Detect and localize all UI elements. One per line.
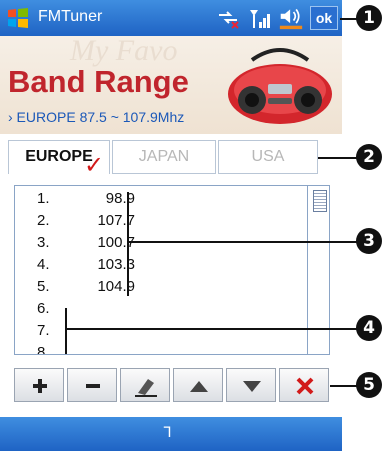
move-up-button[interactable] (173, 368, 223, 402)
callout-line (66, 328, 358, 330)
region-tabs: EUROPE JAPAN USA (0, 140, 342, 176)
callout-1: 1 (356, 5, 382, 31)
list-toolbar (14, 368, 330, 402)
move-down-icon (243, 381, 261, 392)
move-up-icon (190, 381, 208, 392)
start-menu-icon[interactable] (6, 7, 30, 29)
callout-4: 4 (356, 315, 382, 341)
tab-usa[interactable]: USA (218, 140, 318, 174)
page-title: Band Range (8, 64, 189, 99)
connectivity-icon[interactable] (216, 6, 240, 30)
edit-button[interactable] (120, 368, 170, 402)
tab-japan[interactable]: JAPAN (112, 140, 216, 174)
list-item-number: 7. (37, 322, 50, 339)
volume-icon[interactable] (276, 6, 306, 30)
active-region-check-icon: ✓ (84, 151, 105, 179)
header-banner: My Favo Band Range › EUROPE 87.5 ~ 107.9… (0, 34, 342, 134)
list-item-number: 8. (37, 344, 50, 355)
callout-5: 5 (356, 372, 382, 398)
list-item[interactable]: 2. 107.7 (15, 212, 305, 234)
list-item[interactable]: 4. 103.3 (15, 256, 305, 278)
remove-icon (86, 384, 100, 388)
band-range-subtitle: › EUROPE 87.5 ~ 107.9Mhz (8, 109, 185, 125)
callout-line (318, 157, 358, 159)
list-item[interactable]: 8. (15, 344, 305, 355)
list-item[interactable]: 6. (15, 300, 305, 322)
list-item-number: 5. (37, 278, 50, 295)
remove-button[interactable] (67, 368, 117, 402)
app-title: FMTuner (38, 8, 103, 25)
add-button[interactable] (14, 368, 64, 402)
list-item[interactable]: 3. 100.7 (15, 234, 305, 256)
callout-line (128, 241, 358, 243)
callout-line (330, 385, 358, 387)
list-item-number: 2. (37, 212, 50, 229)
title-bar: FMTuner ok (0, 0, 342, 36)
callout-2: 2 (356, 144, 382, 170)
list-item-number: 6. (37, 300, 50, 317)
list-item[interactable]: 1. 98.9 (15, 190, 305, 212)
filled-entries-bracket (127, 192, 129, 296)
boombox-image (228, 48, 332, 124)
edit-icon (135, 379, 157, 397)
delete-button[interactable] (279, 368, 329, 402)
ok-button[interactable]: ok (310, 6, 338, 30)
list-item-number: 4. (37, 256, 50, 273)
list-item[interactable]: 5. 104.9 (15, 278, 305, 300)
header-watermark: My Favo (70, 34, 178, 67)
scrollbar-thumb[interactable] (313, 190, 327, 212)
device-screen: FMTuner ok My Favo Band Range › EUROPE 8… (0, 0, 342, 451)
signal-icon[interactable] (248, 6, 272, 30)
input-panel-icon[interactable]: ᒣ (163, 425, 172, 441)
bottom-menu-bar: ᒣ (0, 417, 342, 451)
list-item-number: 1. (37, 190, 50, 207)
add-icon (33, 379, 47, 393)
empty-entries-bracket (65, 308, 67, 354)
move-down-button[interactable] (226, 368, 276, 402)
list-item-number: 3. (37, 234, 50, 251)
list-item[interactable]: 7. (15, 322, 305, 344)
delete-icon (296, 377, 314, 395)
callout-3: 3 (356, 228, 382, 254)
